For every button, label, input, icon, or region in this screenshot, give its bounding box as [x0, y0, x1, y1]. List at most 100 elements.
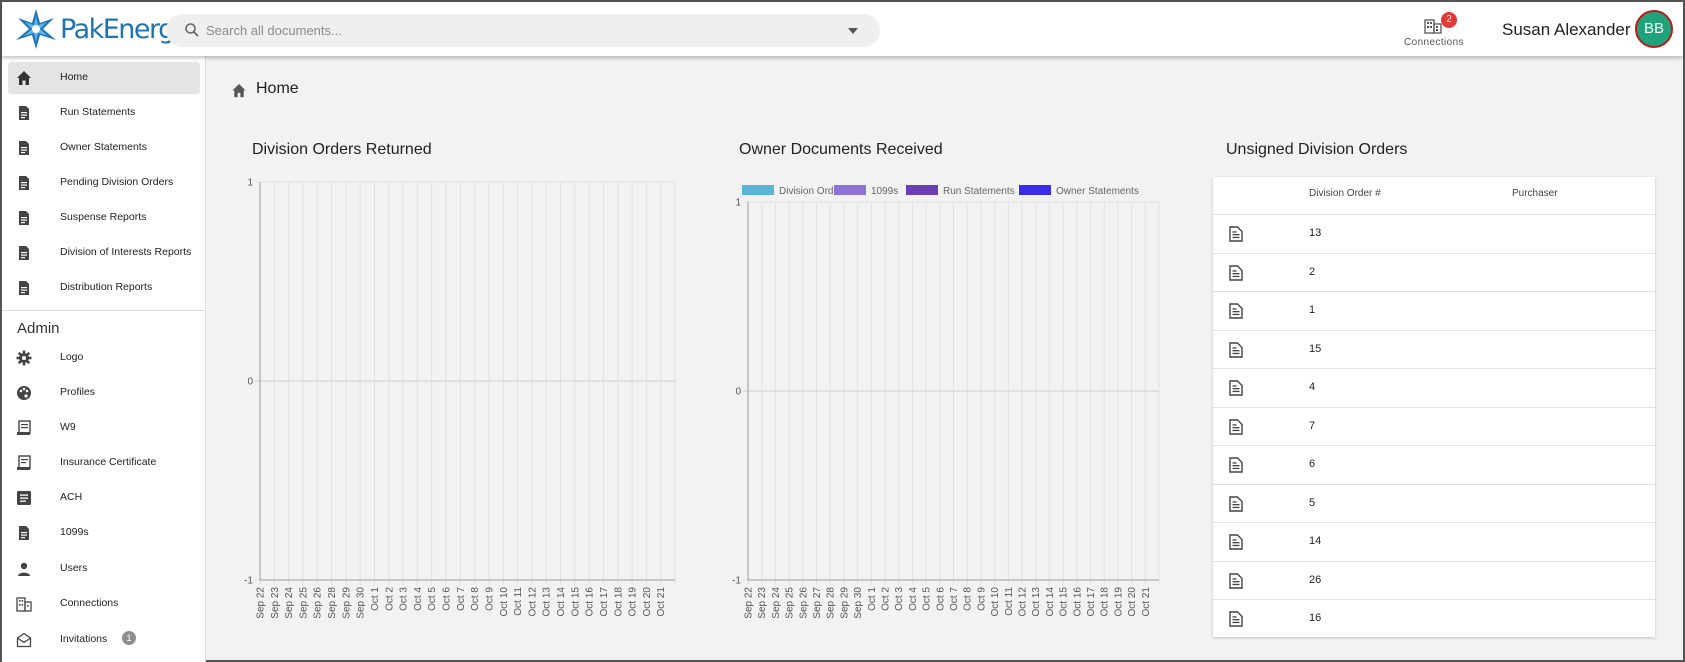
table-row[interactable]: 14	[1213, 522, 1655, 561]
document-icon	[19, 211, 29, 225]
x-tick-label: Sep 23	[757, 587, 768, 619]
document-icon[interactable]	[1229, 264, 1243, 286]
x-tick-label: Oct 2	[384, 587, 395, 611]
division-order-number: 7	[1309, 419, 1316, 432]
document-icon[interactable]	[1229, 341, 1243, 363]
list-icon	[17, 491, 31, 505]
table-row[interactable]: 5	[1213, 483, 1655, 523]
table-row[interactable]: 7	[1213, 406, 1655, 446]
y-tick-label: -1	[244, 576, 253, 587]
table-row[interactable]: 6	[1213, 445, 1655, 484]
table-row[interactable]: 26	[1213, 560, 1655, 600]
sidebar-item-label: ACH	[60, 491, 83, 503]
sidebar-item-label: Users	[60, 562, 88, 574]
sidebar-item-label: Connections	[60, 597, 119, 609]
sidebar-item-suspense-reports[interactable]: Suspense Reports	[8, 202, 200, 234]
document-icon[interactable]	[1229, 418, 1243, 440]
document-icon[interactable]	[1229, 380, 1243, 401]
x-tick-label: Oct 14	[556, 587, 567, 617]
sidebar-item-insurance-certificate[interactable]: Insurance Certificate	[8, 447, 200, 479]
sidebar-item-connections[interactable]: Connections	[8, 588, 200, 620]
column-header-division-order[interactable]: Division Order #	[1309, 188, 1381, 199]
x-tick-label: Sep 25	[785, 587, 796, 619]
document-icon[interactable]	[1229, 534, 1243, 555]
division-order-number: 16	[1309, 612, 1322, 624]
search-input[interactable]: Search all documents...	[206, 23, 342, 38]
column-header-purchaser[interactable]: Purchaser	[1512, 188, 1558, 199]
user-name[interactable]: Susan Alexander	[1502, 20, 1631, 40]
pakenergy-logo[interactable]: PakEnergy	[14, 8, 190, 50]
document-icon	[19, 176, 29, 190]
x-tick-label: Sep 22	[744, 587, 755, 619]
top-bar: PakEnergy Search all documents... 2 Conn…	[2, 2, 1683, 56]
avatar[interactable]: BB	[1635, 10, 1673, 48]
x-tick-label: Oct 16	[1072, 587, 1083, 617]
sidebar-item-pending-division-orders[interactable]: Pending Division Orders	[8, 167, 200, 199]
document-icon[interactable]	[1229, 495, 1243, 517]
table-row[interactable]: 15	[1213, 329, 1655, 369]
document-icon[interactable]	[1229, 572, 1243, 594]
division-orders-returned-chart: 1 0 -1Sep 22 Sep 23 Sep 24 Sep 25 Sep 26 Sep 28…	[244, 178, 676, 619]
legend-label: Run Statements	[943, 186, 1015, 197]
sidebar-item-w9[interactable]: W9	[8, 412, 200, 444]
x-tick-label: Oct 4	[413, 587, 424, 611]
table-row[interactable]: 2	[1213, 252, 1655, 292]
sidebar-item-run-statements[interactable]: Run Statements	[8, 97, 200, 129]
sidebar-item-logo[interactable]: Logo	[8, 342, 200, 374]
table-row[interactable]: 1	[1213, 291, 1655, 330]
x-tick-label: Oct 21	[1141, 587, 1152, 617]
receipt-icon	[17, 420, 31, 435]
y-tick-label: 0	[247, 377, 253, 388]
sidebar-item-distribution-reports[interactable]: Distribution Reports	[8, 272, 200, 304]
y-tick-label: -1	[732, 576, 741, 587]
legend-swatch	[1019, 185, 1051, 195]
document-icon[interactable]	[1229, 457, 1243, 478]
sidebar-item-label: Insurance Certificate	[60, 456, 157, 468]
x-tick-label: Oct 12	[1018, 587, 1029, 617]
document-icon	[19, 246, 29, 260]
x-tick-label: Sep 26	[798, 587, 809, 619]
document-icon[interactable]	[1229, 226, 1243, 247]
connections-button[interactable]: 2 Connections	[1394, 10, 1474, 50]
table-row[interactable]: 4	[1213, 368, 1655, 407]
dropdown-arrow-icon[interactable]	[848, 28, 858, 34]
certificate-icon	[17, 455, 31, 470]
sidebar-item-home[interactable]: Home	[8, 62, 200, 94]
table-row[interactable]: 13	[1213, 214, 1655, 253]
invitations-badge: 1	[122, 631, 136, 645]
sidebar-item-invitations[interactable]: Invitations 1	[8, 624, 200, 656]
sidebar-item-label: 1099s	[60, 526, 89, 538]
legend-label: 1099s	[871, 186, 898, 197]
x-tick-label: Oct 20	[1127, 587, 1138, 617]
x-tick-label: Oct 10	[499, 587, 510, 617]
x-tick-label: Oct 10	[990, 587, 1001, 617]
sidebar-item-label: Home	[60, 71, 89, 83]
sidebar-item-label: Invitations	[60, 633, 108, 645]
document-icon[interactable]	[1229, 303, 1243, 324]
legend-label: Owner Statements	[1056, 186, 1139, 197]
document-icon[interactable]	[1229, 611, 1243, 632]
x-tick-label: Oct 9	[976, 587, 987, 611]
y-tick-label: 1	[735, 198, 741, 209]
sidebar-item-profiles[interactable]: Profiles	[8, 377, 200, 409]
division-order-number: 1	[1309, 304, 1316, 316]
sidebar-divider	[2, 310, 206, 311]
sidebar-item-label: Owner Statements	[60, 141, 147, 153]
sidebar-item-users[interactable]: Users	[8, 553, 200, 585]
sidebar-item-owner-statements[interactable]: Owner Statements	[8, 132, 200, 164]
x-tick-label: Oct 12	[527, 587, 538, 617]
x-tick-label: Oct 1	[370, 587, 381, 611]
sidebar-item-1099s[interactable]: 1099s	[8, 517, 200, 549]
sidebar-item-division-of-interests-reports[interactable]: Division of Interests Reports	[8, 237, 200, 269]
sidebar-item-label: Distribution Reports	[60, 281, 153, 293]
x-tick-label: Oct 20	[642, 587, 653, 617]
sidebar-item-ach[interactable]: ACH	[8, 482, 200, 514]
x-tick-label: Oct 6	[935, 587, 946, 611]
document-icon	[19, 106, 29, 120]
x-tick-label: Oct 5	[427, 587, 438, 611]
search-icon	[185, 23, 199, 37]
table-row[interactable]: 16	[1213, 599, 1655, 638]
x-tick-label: Oct 16	[585, 587, 596, 617]
search-bar[interactable]: Search all documents...	[166, 14, 880, 47]
x-tick-label: Oct 6	[442, 587, 453, 611]
